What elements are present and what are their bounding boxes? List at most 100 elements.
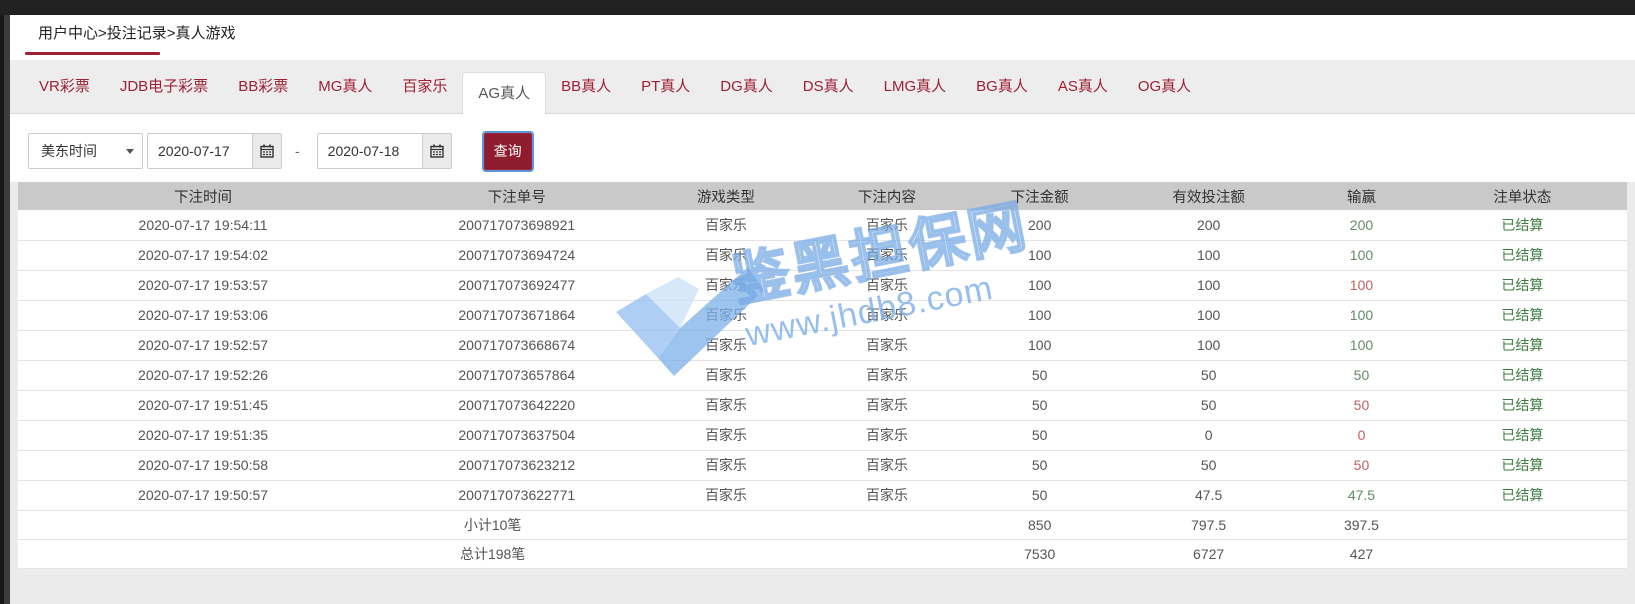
cell-bet-number: 200717073637504	[388, 420, 645, 450]
cell-bet-amount: 100	[967, 270, 1112, 300]
total-win-loss: 427	[1305, 539, 1418, 568]
tab-jdb-lottery[interactable]: JDB电子彩票	[105, 60, 223, 113]
cell-bet-number: 200717073694724	[388, 240, 645, 270]
date-to-input[interactable]	[317, 133, 423, 169]
tab-ds-live[interactable]: DS真人	[788, 60, 869, 113]
table-row: 2020-07-17 19:53:57 200717073692477 百家乐 …	[18, 270, 1627, 300]
cell-bet-number: 200717073668674	[388, 330, 645, 360]
cell-win-loss: 100	[1305, 300, 1418, 330]
total-valid-amount: 6727	[1112, 539, 1305, 568]
table-row: 2020-07-17 19:54:02 200717073694724 百家乐 …	[18, 240, 1627, 270]
cell-win-loss: 100	[1305, 270, 1418, 300]
cell-bet-content: 百家乐	[806, 330, 967, 360]
cell-status: 已结算	[1418, 420, 1627, 450]
cell-valid-amount: 50	[1112, 390, 1305, 420]
cell-status: 已结算	[1418, 330, 1627, 360]
cell-win-loss: 100	[1305, 330, 1418, 360]
cell-win-loss: 50	[1305, 390, 1418, 420]
cell-bet-amount: 50	[967, 360, 1112, 390]
cell-status: 已结算	[1418, 480, 1627, 510]
tab-dg-live[interactable]: DG真人	[705, 60, 788, 113]
date-from-group	[147, 133, 282, 169]
cell-bet-content: 百家乐	[806, 270, 967, 300]
table-row: 2020-07-17 19:52:57 200717073668674 百家乐 …	[18, 330, 1627, 360]
cell-bet-content: 百家乐	[806, 420, 967, 450]
filter-bar: 美东时间 -	[10, 132, 1635, 170]
cell-game-type: 百家乐	[646, 390, 807, 420]
total-label: 总计198笔	[18, 539, 967, 568]
cell-bet-amount: 100	[967, 300, 1112, 330]
cell-status: 已结算	[1418, 240, 1627, 270]
tab-lmg-live[interactable]: LMG真人	[869, 60, 962, 113]
cell-game-type: 百家乐	[646, 270, 807, 300]
cell-game-type: 百家乐	[646, 300, 807, 330]
tab-og-live[interactable]: OG真人	[1123, 60, 1206, 113]
cell-game-type: 百家乐	[646, 420, 807, 450]
cell-bet-content: 百家乐	[806, 210, 967, 240]
window-top-bar	[0, 0, 1635, 15]
bet-records-table-zone: 下注时间 下注单号 游戏类型 下注内容 下注金额 有效投注额 输赢 注单状态 2…	[10, 182, 1635, 604]
cell-bet-time: 2020-07-17 19:53:06	[18, 300, 388, 330]
subtotal-label: 小计10笔	[18, 510, 967, 539]
tab-bg-live[interactable]: BG真人	[961, 60, 1043, 113]
col-bet-content: 下注内容	[806, 182, 967, 210]
cell-game-type: 百家乐	[646, 480, 807, 510]
subtotal-win-loss: 397.5	[1305, 510, 1418, 539]
cell-bet-number: 200717073692477	[388, 270, 645, 300]
tab-baccarat[interactable]: 百家乐	[387, 60, 462, 113]
cell-bet-time: 2020-07-17 19:51:45	[18, 390, 388, 420]
cell-bet-content: 百家乐	[806, 240, 967, 270]
total-row: 总计198笔 7530 6727 427	[18, 539, 1627, 568]
cell-win-loss: 47.5	[1305, 480, 1418, 510]
tab-pt-live[interactable]: PT真人	[626, 60, 705, 113]
tab-ag-live[interactable]: AG真人	[462, 72, 546, 115]
cell-bet-content: 百家乐	[806, 390, 967, 420]
cell-bet-amount: 50	[967, 420, 1112, 450]
cell-bet-content: 百家乐	[806, 300, 967, 330]
cell-valid-amount: 0	[1112, 420, 1305, 450]
cell-win-loss: 100	[1305, 240, 1418, 270]
date-range-separator: -	[295, 143, 300, 159]
cell-bet-content: 百家乐	[806, 360, 967, 390]
breadcrumb[interactable]: 用户中心>投注记录>真人游戏	[10, 15, 1635, 44]
cell-status: 已结算	[1418, 390, 1627, 420]
cell-status: 已结算	[1418, 210, 1627, 240]
subtotal-row: 小计10笔 850 797.5 397.5	[18, 510, 1627, 539]
cell-bet-number: 200717073642220	[388, 390, 645, 420]
timezone-select[interactable]: 美东时间	[28, 133, 143, 169]
col-bet-time: 下注时间	[18, 182, 388, 210]
chevron-down-icon	[126, 149, 134, 154]
main-content: 用户中心>投注记录>真人游戏 VR彩票 JDB电子彩票 BB彩票 MG真人 百家…	[10, 15, 1635, 604]
table-row: 2020-07-17 19:50:58 200717073623212 百家乐 …	[18, 450, 1627, 480]
cell-valid-amount: 100	[1112, 300, 1305, 330]
total-bet-amount: 7530	[967, 539, 1112, 568]
cell-bet-number: 200717073657864	[388, 360, 645, 390]
tab-vr-lottery[interactable]: VR彩票	[24, 60, 105, 113]
tab-as-live[interactable]: AS真人	[1043, 60, 1123, 113]
tab-bb-lottery[interactable]: BB彩票	[223, 60, 303, 113]
table-row: 2020-07-17 19:54:11 200717073698921 百家乐 …	[18, 210, 1627, 240]
date-from-input[interactable]	[147, 133, 253, 169]
date-to-calendar-button[interactable]	[422, 133, 452, 169]
subtotal-valid-amount: 797.5	[1112, 510, 1305, 539]
calendar-icon	[429, 143, 445, 159]
subtotal-status-empty	[1418, 510, 1627, 539]
cell-bet-number: 200717073622771	[388, 480, 645, 510]
cell-bet-time: 2020-07-17 19:51:35	[18, 420, 388, 450]
bet-records-table: 下注时间 下注单号 游戏类型 下注内容 下注金额 有效投注额 输赢 注单状态 2…	[18, 182, 1627, 569]
date-from-calendar-button[interactable]	[252, 133, 282, 169]
col-bet-amount: 下注金额	[967, 182, 1112, 210]
tab-mg-live[interactable]: MG真人	[303, 60, 387, 113]
cell-game-type: 百家乐	[646, 330, 807, 360]
total-status-empty	[1418, 539, 1627, 568]
search-button[interactable]: 查询	[484, 133, 532, 170]
tab-bb-live[interactable]: BB真人	[546, 60, 626, 113]
left-edge-bar	[0, 0, 10, 604]
cell-status: 已结算	[1418, 300, 1627, 330]
cell-valid-amount: 100	[1112, 330, 1305, 360]
cell-bet-time: 2020-07-17 19:52:57	[18, 330, 388, 360]
cell-bet-number: 200717073623212	[388, 450, 645, 480]
cell-status: 已结算	[1418, 270, 1627, 300]
col-win-loss: 输赢	[1305, 182, 1418, 210]
cell-bet-time: 2020-07-17 19:54:02	[18, 240, 388, 270]
